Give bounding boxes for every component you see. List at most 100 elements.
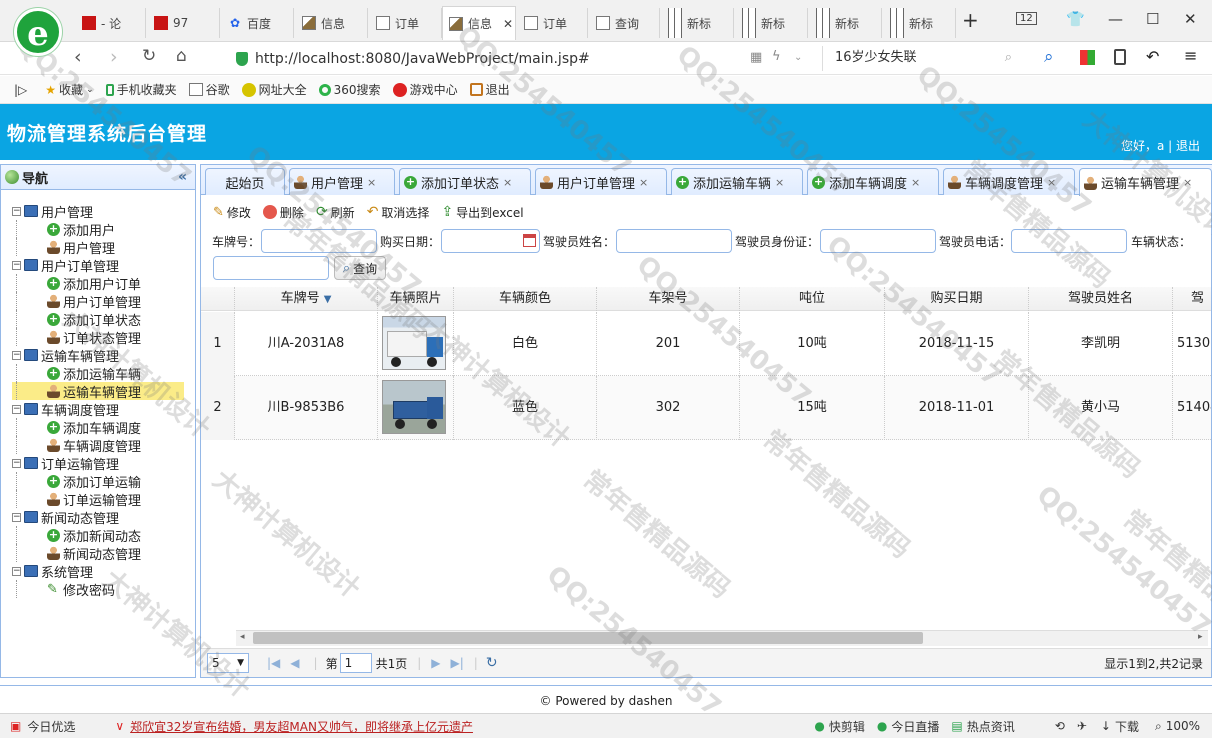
skin-icon[interactable]: 👕 (1066, 10, 1085, 28)
date-input[interactable] (441, 229, 540, 253)
prev-page-icon[interactable]: ◀ (290, 656, 299, 670)
close-tab-icon[interactable]: ✕ (503, 17, 513, 31)
tree-group[interactable]: − 新闻动态管理 (12, 508, 119, 527)
plate-input[interactable] (261, 229, 377, 253)
collapse-toggle-icon[interactable]: − (12, 566, 21, 576)
close-tab-icon[interactable]: × (775, 176, 784, 189)
bookmark-exit[interactable]: 退出 (469, 81, 510, 98)
close-tab-icon[interactable]: × (367, 176, 376, 189)
close-tab-icon[interactable]: × (503, 176, 512, 189)
close-window-icon[interactable]: ✕ (1184, 10, 1197, 28)
query-button[interactable]: ⌕ 查询 (334, 256, 386, 280)
qr-icon[interactable]: ▦ (750, 50, 762, 65)
menu-icon[interactable]: ≡ (1184, 46, 1197, 65)
status-zoom[interactable]: 100% (1166, 719, 1200, 733)
pin-icon[interactable]: ✈ (1077, 719, 1087, 733)
search-box[interactable]: 16岁少女失联 ⌕ (822, 46, 1022, 71)
bookmark-mobile[interactable]: 手机收藏夹 (105, 81, 177, 98)
tree-item[interactable]: + 添加新闻动态 (12, 526, 141, 545)
collapse-toggle-icon[interactable]: − (12, 350, 21, 360)
collapse-toggle-icon[interactable]: − (12, 260, 21, 270)
tree-group[interactable]: − 运输车辆管理 (12, 346, 119, 365)
bookmark-google[interactable]: 谷歌 (188, 81, 230, 98)
status-news-link[interactable]: 郑欣宜32岁宣布结婚，男友超MAN又帅气，即将继承上亿元遗产 (130, 718, 473, 735)
browser-tab[interactable]: 新标 (810, 8, 882, 38)
browser-tab-active[interactable]: 信息 ✕ (442, 6, 516, 40)
bookmark-360[interactable]: 360搜索 (318, 81, 381, 98)
status-quick-edit[interactable]: 快剪辑 (829, 718, 865, 735)
scrollbar-thumb[interactable] (253, 632, 923, 644)
user-greeting-logout[interactable]: 您好，a | 退出 (1121, 137, 1200, 154)
col-tonnage[interactable]: 吨位 (740, 287, 885, 311)
browser-tab[interactable]: ✿ 百度 (222, 8, 294, 38)
tree-item[interactable]: + 添加用户订单 (12, 274, 141, 293)
table-row[interactable]: 1 川A-2031A8 白色 201 10吨 2018-11-15 李凯明 51… (201, 312, 1211, 376)
reload-icon[interactable]: ↻ (142, 46, 156, 66)
next-page-icon[interactable]: ▶ (431, 656, 440, 670)
bookmark-hao[interactable]: 网址大全 (241, 81, 307, 98)
browser-tab[interactable]: - 论 (76, 8, 146, 38)
col-date[interactable]: 购买日期 (885, 287, 1029, 311)
browser-tab[interactable]: 订单 (518, 8, 588, 38)
scroll-left-icon[interactable]: ◂ (240, 632, 245, 642)
status-input[interactable] (213, 256, 329, 280)
tree-item[interactable]: 订单状态管理 (12, 328, 141, 347)
delete-button[interactable]: 删除 (262, 204, 304, 221)
tab-count-badge[interactable]: 12 (1016, 12, 1037, 25)
tree-group[interactable]: − 用户管理 (12, 202, 93, 221)
cancel-select-button[interactable]: ↶ 取消选择 (367, 204, 430, 221)
back-icon[interactable]: ‹ (74, 46, 82, 68)
tree-group[interactable]: − 车辆调度管理 (12, 400, 119, 419)
chevron-down-icon[interactable]: ⌄ (794, 52, 802, 63)
first-page-icon[interactable]: |◀ (267, 656, 280, 670)
bookmark-games[interactable]: 游戏中心 (392, 81, 458, 98)
edit-button[interactable]: ✎ 修改 (213, 204, 251, 221)
new-tab-button[interactable]: + (962, 8, 979, 32)
collapse-toggle-icon[interactable]: − (12, 458, 21, 468)
driver-phone-input[interactable] (1011, 229, 1127, 253)
page-tab[interactable]: 运输车辆管理 × (1079, 168, 1212, 196)
page-input[interactable]: 1 (339, 653, 372, 673)
maximize-icon[interactable]: ☐ (1146, 10, 1159, 28)
calendar-icon[interactable] (523, 234, 536, 247)
status-live[interactable]: 今日直播 (891, 718, 939, 735)
tree-item[interactable]: 车辆调度管理 (12, 436, 141, 455)
page-size-select[interactable]: 5 ▼ (207, 653, 249, 673)
col-frame[interactable]: 车架号 (597, 287, 740, 311)
table-row[interactable]: 2 川B-9853B6 蓝色 302 15吨 2018-11-01 黄小马 51… (201, 376, 1211, 440)
browser-tab[interactable]: 97 (148, 8, 220, 38)
collapse-toggle-icon[interactable]: − (12, 206, 21, 216)
last-page-icon[interactable]: ▶| (451, 656, 464, 670)
tree-item[interactable]: 订单运输管理 (12, 490, 141, 509)
url-field[interactable]: http://localhost:8080/JavaWebProject/mai… (226, 46, 816, 71)
close-tab-icon[interactable]: × (1183, 176, 1192, 189)
col-color[interactable]: 车辆颜色 (454, 287, 597, 311)
col-idcard[interactable]: 驾 (1173, 287, 1211, 311)
driver-id-input[interactable] (820, 229, 936, 253)
page-tab[interactable]: 起始页 (205, 168, 285, 195)
phone-icon[interactable] (1114, 49, 1126, 65)
tree-group[interactable]: − 系统管理 (12, 562, 93, 581)
status-download[interactable]: 下载 (1115, 718, 1139, 735)
status-hot-news[interactable]: 热点资讯 (967, 718, 1015, 735)
tree-item[interactable]: 新闻动态管理 (12, 544, 141, 563)
browser-tab[interactable]: 新标 (662, 8, 734, 38)
page-tab[interactable]: + 添加运输车辆 × (671, 168, 803, 195)
tree-item[interactable]: + 添加用户 (12, 220, 115, 239)
close-tab-icon[interactable]: × (639, 176, 648, 189)
export-button[interactable]: ⇪ 导出到excel (441, 204, 523, 221)
speed-icon[interactable]: ⟲ (1055, 719, 1065, 733)
browser-tab[interactable]: 新标 (884, 8, 956, 38)
tree-group[interactable]: − 用户订单管理 (12, 256, 119, 275)
page-tab[interactable]: 用户管理 × (289, 168, 395, 195)
collapse-toggle-icon[interactable]: − (12, 404, 21, 414)
page-tab[interactable]: + 添加车辆调度 × (807, 168, 939, 195)
collapse-icon[interactable]: « (178, 169, 187, 185)
lightning-icon[interactable]: ϟ (772, 49, 781, 64)
browser-logo-icon[interactable]: e (14, 8, 62, 56)
status-today-pick[interactable]: 今日优选 (27, 718, 75, 735)
tree-item[interactable]: + 添加车辆调度 (12, 418, 141, 437)
browser-tab[interactable]: 订单 (370, 8, 442, 38)
refresh-button[interactable]: ⟳ 刷新 (316, 204, 355, 221)
forward-icon[interactable]: › (110, 46, 118, 68)
